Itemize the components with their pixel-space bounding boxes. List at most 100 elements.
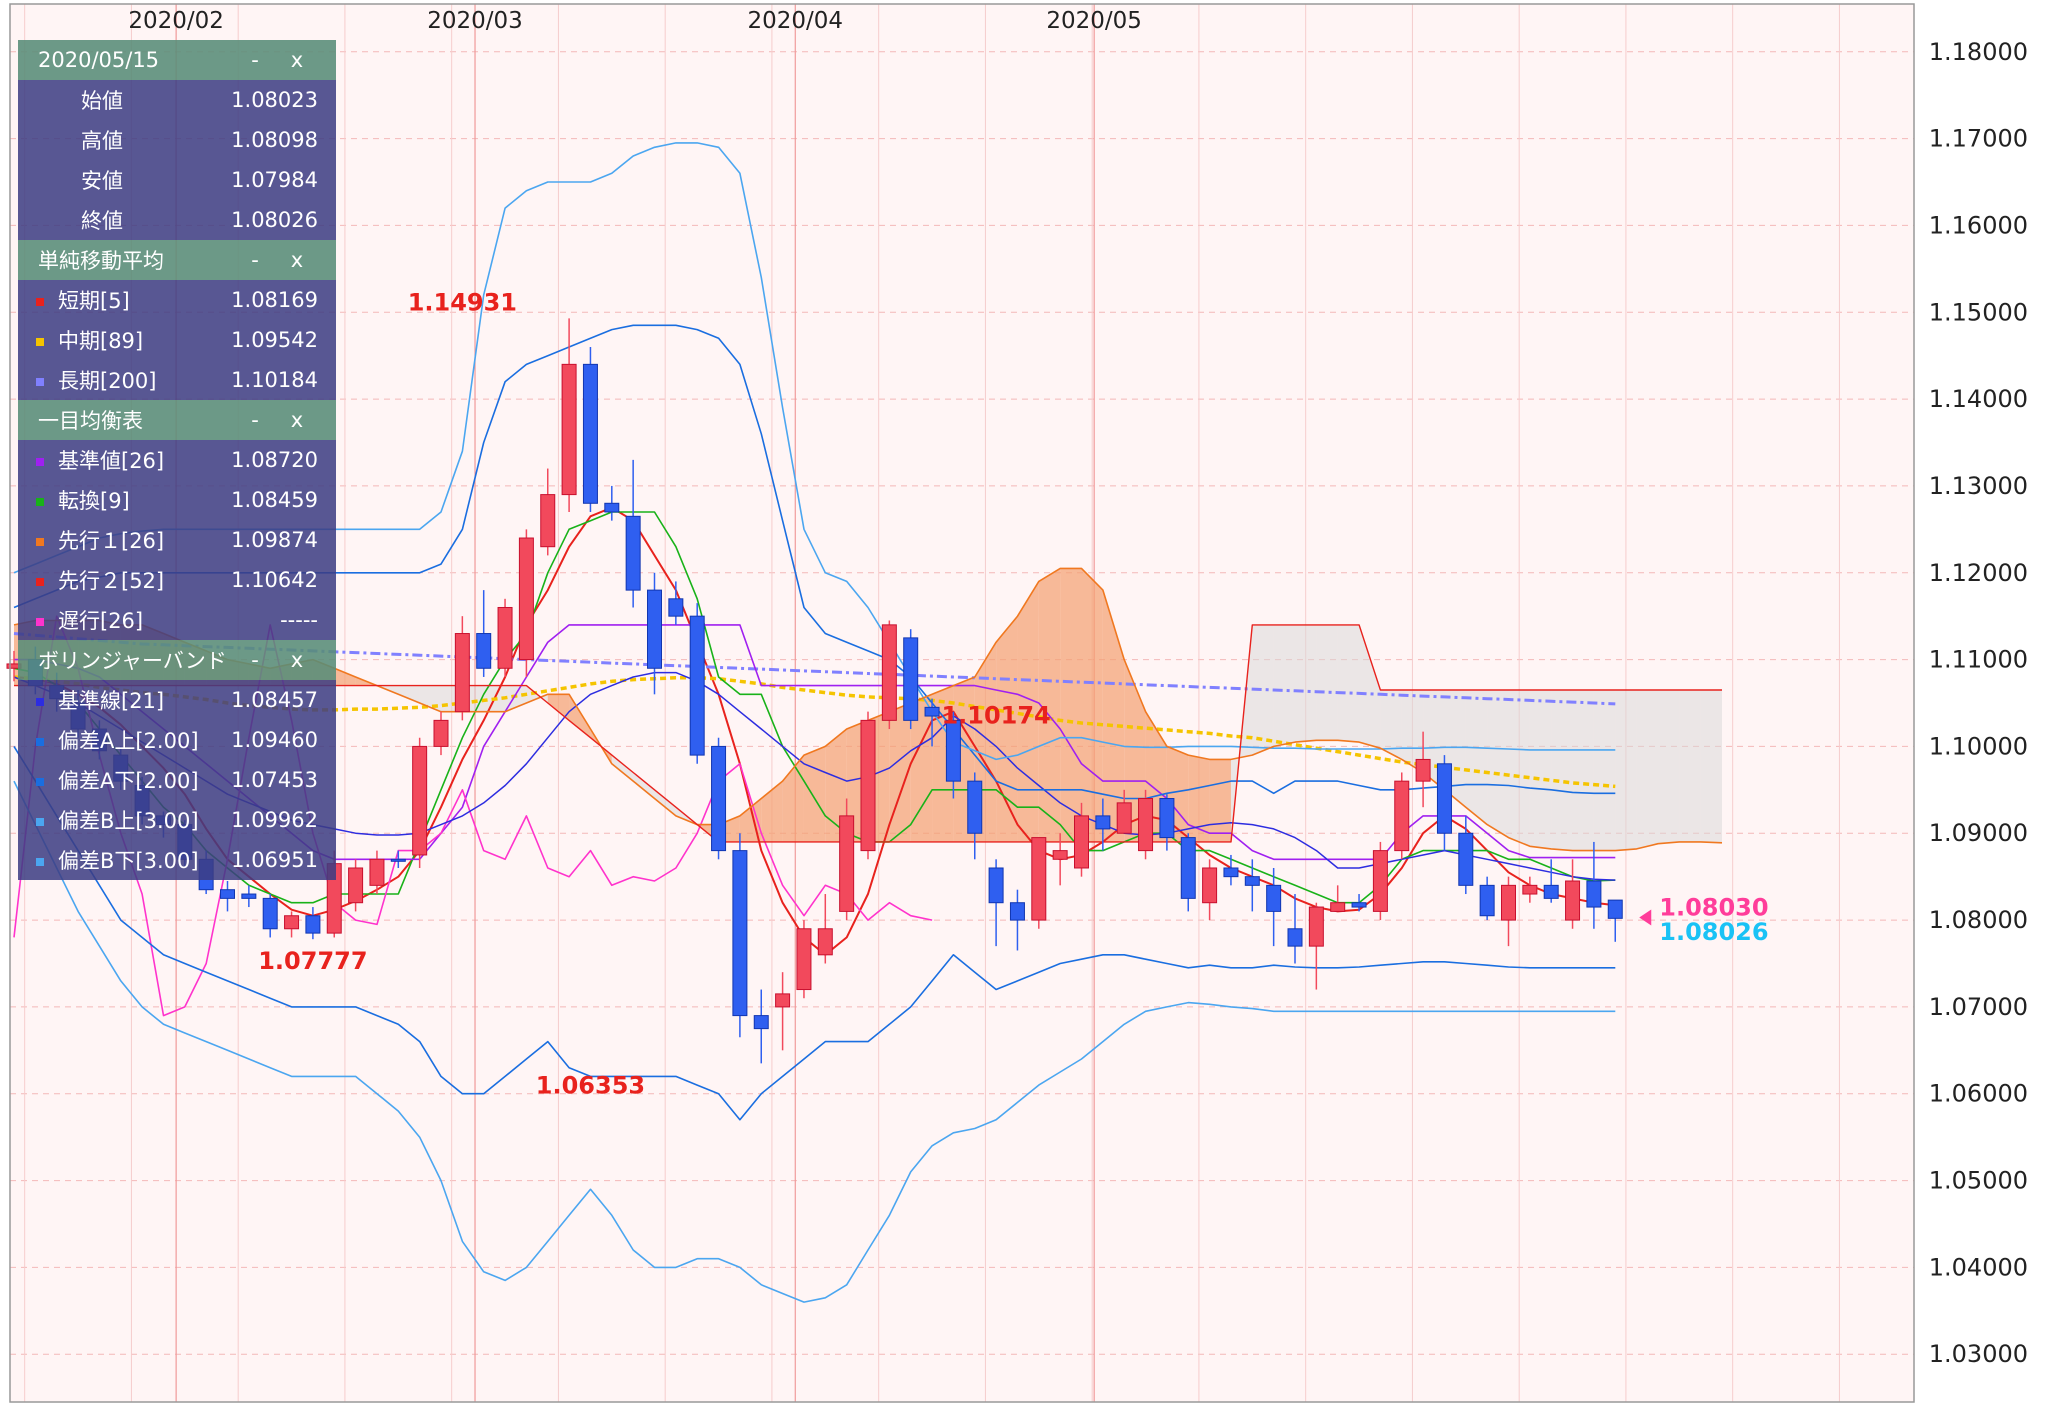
legend-label: 中期[89]: [58, 329, 144, 353]
x-month-label: 2020/03: [427, 8, 523, 34]
cloud-segment: [1487, 689, 1509, 838]
legend-value: 1.08720: [231, 448, 318, 472]
ichimoku-row-tenkan: 転換[9] 1.08459: [18, 480, 336, 520]
legend-marker: [36, 338, 44, 346]
candle-body: [625, 515, 641, 591]
sma-body: 短期[5] 1.08169 中期[89] 1.09542 長期[200] 1.1018…: [18, 280, 336, 400]
candle-body: [753, 1015, 769, 1030]
indicator-panel: 2020/05/15 - x 始値 1.08023 高値 1.08098 安値 1.0…: [18, 40, 336, 880]
sma-row-mid: 中期[89] 1.09542: [18, 320, 336, 360]
candle-body: [604, 502, 620, 513]
ohlc-label: 終値: [81, 209, 123, 233]
candle-body: [1351, 902, 1367, 908]
cloud-segment: [1700, 689, 1722, 843]
cloud-segment: [1679, 689, 1701, 842]
candle-body: [1287, 928, 1303, 947]
sma-header: 単純移動平均 - x: [18, 240, 336, 280]
legend-label: 短期[5]: [58, 289, 130, 313]
cloud-segment: [1572, 689, 1594, 851]
y-tick-label: 1.08000: [1929, 906, 2028, 934]
candle-body: [1244, 876, 1260, 886]
candle-body: [476, 633, 492, 669]
y-tick-label: 1.04000: [1929, 1253, 2028, 1281]
ichimoku-row-senkou1: 先行１[26] 1.09874: [18, 520, 336, 560]
candle-body: [1308, 906, 1324, 947]
cloud-segment: [1209, 759, 1231, 842]
candle-body: [924, 706, 940, 717]
ohlc-label: 始値: [81, 89, 123, 113]
bollinger-row-mid: 基準線[21] 1.08457: [18, 680, 336, 720]
candle-body: [1074, 815, 1089, 869]
bollinger-row-b-dn: 偏差B下[3.00] 1.06951: [18, 840, 336, 880]
close-button[interactable]: x: [276, 648, 318, 672]
minimize-button[interactable]: -: [234, 48, 276, 72]
cloud-segment: [1657, 689, 1680, 844]
candle-body: [540, 494, 556, 548]
candle-body: [711, 745, 727, 852]
price-annotation: 1.10174: [941, 702, 1050, 730]
candle-body: [1266, 884, 1282, 912]
x-month-label: 2020/02: [128, 8, 224, 34]
y-tick-label: 1.16000: [1929, 211, 2028, 239]
legend-value: 1.08459: [231, 488, 318, 512]
candle-body: [1522, 884, 1538, 895]
candle-body: [796, 928, 812, 991]
y-tick-label: 1.10000: [1929, 732, 2028, 760]
close-button[interactable]: x: [276, 48, 318, 72]
candle-body: [1052, 850, 1068, 860]
candle-body: [1138, 798, 1154, 852]
close-button[interactable]: x: [276, 248, 318, 272]
candle-body: [1202, 867, 1218, 904]
sma-title: 単純移動平均: [38, 249, 164, 273]
legend-label: 遅行[26]: [58, 609, 144, 633]
y-tick-label: 1.18000: [1929, 38, 2028, 66]
ohlc-value: 1.08026: [231, 208, 318, 232]
candle-body: [903, 637, 919, 721]
candle-body: [967, 780, 983, 834]
candle-body: [497, 606, 513, 669]
close-button[interactable]: x: [276, 408, 318, 432]
minimize-button[interactable]: -: [234, 408, 276, 432]
ohlc-value: 1.08023: [231, 88, 318, 112]
y-tick-label: 1.07000: [1929, 993, 2028, 1021]
ichimoku-body: 基準値[26] 1.08720 転換[9] 1.08459 先行１[26] 1.098…: [18, 440, 336, 640]
candle-body: [1415, 758, 1431, 782]
candle-body: [1372, 850, 1388, 912]
candle-body: [1330, 902, 1346, 912]
ichimoku-title: 一目均衡表: [38, 409, 143, 433]
legend-value: 1.08457: [231, 688, 318, 712]
legend-label: 偏差B上[3.00]: [58, 809, 199, 833]
ohlc-row-open: 始値 1.08023: [18, 80, 336, 120]
x-month-label: 2020/04: [747, 8, 843, 34]
y-tick-label: 1.14000: [1929, 385, 2028, 413]
legend-marker: [36, 698, 44, 706]
bollinger-header: ボリンジャーバンド - x: [18, 640, 336, 680]
legend-label: 偏差A上[2.00]: [58, 729, 199, 753]
minimize-button[interactable]: -: [234, 248, 276, 272]
legend-value: 1.09460: [231, 728, 318, 752]
candle-body: [369, 858, 385, 886]
candle-body: [1223, 867, 1239, 878]
candle-body: [582, 363, 598, 504]
price-annotation: 1.06353: [536, 1071, 645, 1099]
x-month-label: 2020/05: [1046, 8, 1142, 34]
cloud-segment: [1060, 568, 1082, 842]
candle-body: [262, 897, 278, 930]
candle-body: [1180, 837, 1196, 899]
candle-body: [647, 589, 662, 669]
candle-body: [1607, 899, 1623, 919]
cloud-segment: [1508, 689, 1530, 847]
minimize-button[interactable]: -: [234, 648, 276, 672]
legend-value: 1.08169: [231, 288, 318, 312]
legend-value: 1.09962: [231, 808, 318, 832]
legend-marker: [36, 618, 44, 626]
candle-body: [220, 889, 235, 899]
ohlc-value: 1.07984: [231, 168, 318, 192]
legend-label: 先行１[26]: [58, 529, 165, 553]
candle-body: [817, 928, 833, 956]
legend-label: 基準線[21]: [58, 689, 165, 713]
legend-marker: [36, 858, 44, 866]
legend-marker: [36, 778, 44, 786]
candle-body: [390, 858, 406, 862]
ichimoku-row-chikou: 遅行[26] -----: [18, 600, 336, 640]
